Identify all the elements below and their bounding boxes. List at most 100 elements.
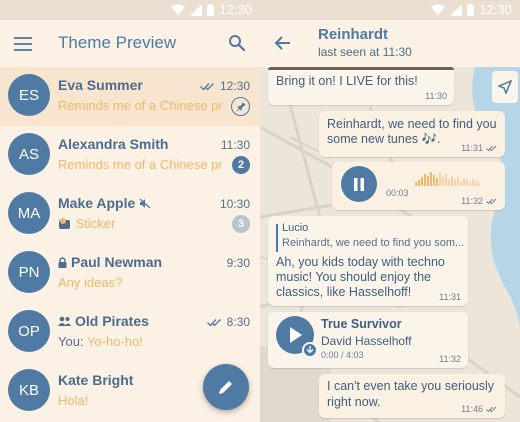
message-incoming[interactable]: Bring it on! I LIVE for this! 11:30 xyxy=(268,67,454,105)
waveform-bar xyxy=(442,177,444,186)
message-outgoing[interactable]: I can't even take you seriously right no… xyxy=(319,374,505,418)
battery-icon xyxy=(467,3,475,16)
pause-button[interactable] xyxy=(341,166,377,202)
message-text: right now. xyxy=(327,395,381,409)
waveform-bar xyxy=(469,182,471,186)
waveform-bar xyxy=(460,181,462,186)
message-time: 11:32 xyxy=(439,354,461,364)
waveform-bar xyxy=(424,174,426,186)
back-arrow-icon[interactable] xyxy=(274,34,292,52)
message-text: Reinhardt, we need to find you xyxy=(327,117,497,131)
message-text: music! You should enjoy the xyxy=(276,270,431,284)
voice-elapsed: 00:03 xyxy=(386,188,409,198)
music-message[interactable]: True Survivor David Hasselhoff 0:00 / 4:… xyxy=(268,312,468,368)
status-bar: 12:30 xyxy=(0,0,260,20)
download-icon[interactable] xyxy=(302,342,318,358)
avatar: OP xyxy=(8,310,50,352)
chat-name: Eva Summer xyxy=(58,77,143,93)
chat-preview: Hola! xyxy=(58,393,89,408)
double-check-icon xyxy=(206,318,221,326)
track-title: True Survivor xyxy=(321,317,402,331)
signal-icon xyxy=(190,3,203,16)
message-text: some new tunes 🎶. xyxy=(327,132,441,146)
chat-list-screen: 12:30 Theme Preview ES Eva Summer Remind… xyxy=(0,0,260,422)
waveform-bar xyxy=(457,177,459,186)
lock-icon xyxy=(58,256,67,268)
waveform-bar xyxy=(433,175,435,186)
search-icon[interactable] xyxy=(228,34,246,52)
waveform-bar xyxy=(478,183,480,186)
double-check-icon xyxy=(486,198,497,204)
double-check-icon xyxy=(486,406,497,412)
pause-icon xyxy=(354,177,364,191)
chat-time: 11:30 xyxy=(220,138,250,152)
navigation-button[interactable] xyxy=(492,71,518,103)
chat-time: 12:30 xyxy=(200,79,250,93)
contact-status: last seen at 11:30 xyxy=(318,45,412,59)
chat-name: Paul Newman xyxy=(58,254,162,270)
status-time: 12:30 xyxy=(479,2,512,17)
waveform-bar xyxy=(430,172,432,186)
message-time: 11:31 xyxy=(461,143,498,153)
double-check-icon xyxy=(200,82,214,90)
waveform-bar xyxy=(427,176,429,186)
waveform-bar xyxy=(421,177,423,186)
group-icon xyxy=(58,316,71,326)
muted-icon xyxy=(139,198,151,208)
message-area[interactable]: Bring it on! I LIVE for this! 11:30 Rein… xyxy=(260,67,520,422)
message-outgoing[interactable]: Reinhardt, we need to find you some new … xyxy=(319,111,505,157)
pencil-icon xyxy=(219,381,232,394)
battery-icon xyxy=(207,3,215,16)
waveform-bar xyxy=(418,180,420,186)
chat-time: 10:30 xyxy=(219,197,250,211)
chat-list-header: Theme Preview xyxy=(0,20,260,67)
chat-preview: Reminds me of a Chinese prove xyxy=(58,98,223,113)
chat-time: 9:30 xyxy=(226,256,250,270)
play-button[interactable] xyxy=(276,316,318,358)
message-text: Ah, you kids today with techno xyxy=(276,255,445,269)
waveform-bar xyxy=(415,182,417,186)
reply-snippet: Reinhardt, we need to find you som... xyxy=(282,237,465,249)
waveform-bar xyxy=(436,178,438,186)
chat-time: 8:30 xyxy=(206,315,250,329)
track-artist: David Hasselhoff xyxy=(321,334,412,348)
chat-row-make-apple[interactable]: MA Make Apple Sticker 10:30 3 xyxy=(0,185,260,244)
page-title: Theme Preview xyxy=(58,33,177,52)
message-text: I can't even take you seriously xyxy=(327,379,495,393)
reply-author: Lucio xyxy=(282,222,309,234)
chat-row-paul-newman[interactable]: PN Paul Newman Any ideas? 9:30 xyxy=(0,244,260,303)
message-incoming-reply[interactable]: Lucio Reinhardt, we need to find you som… xyxy=(268,216,468,306)
voice-waveform[interactable] xyxy=(415,172,480,186)
waveform-bar xyxy=(475,181,477,186)
chat-preview: Sticker xyxy=(58,216,223,231)
voice-message[interactable]: 00:03 11:32 xyxy=(332,162,505,210)
message-time: 11:30 xyxy=(425,91,447,101)
message-time: 11:31 xyxy=(439,292,461,302)
message-time: 11:32 xyxy=(461,196,498,206)
waveform-bar xyxy=(472,179,474,186)
contact-name[interactable]: Reinhardt xyxy=(318,26,388,43)
chat-row-alexandra-smith[interactable]: AS Alexandra Smith Reminds me of a Chine… xyxy=(0,126,260,185)
compose-button[interactable] xyxy=(203,364,249,410)
avatar: KB xyxy=(8,369,50,411)
unread-badge: 2 xyxy=(232,156,250,174)
chat-name: Alexandra Smith xyxy=(58,136,169,152)
waveform-bar xyxy=(466,180,468,186)
waveform-bar xyxy=(451,176,453,186)
avatar: ES xyxy=(8,74,50,116)
unread-badge: 3 xyxy=(232,215,250,233)
play-icon xyxy=(290,327,302,343)
media-strip xyxy=(268,67,454,70)
chat-preview: Any ideas? xyxy=(58,275,123,290)
navigation-arrow-icon xyxy=(498,80,512,94)
chat-row-eva-summer[interactable]: ES Eva Summer Reminds me of a Chinese pr… xyxy=(0,67,260,126)
chat-row-old-pirates[interactable]: OP Old Pirates You: Yo-ho-ho! 8:30 xyxy=(0,303,260,362)
waveform-bar xyxy=(448,179,450,186)
pin-icon xyxy=(231,97,250,116)
conversation-screen: 12:30 Reinhardt last seen at 11:30 Bring… xyxy=(260,0,520,422)
sticker-icon xyxy=(59,218,70,229)
waveform-bar xyxy=(445,174,447,186)
menu-icon[interactable] xyxy=(14,37,32,51)
chat-name: Old Pirates xyxy=(58,313,149,329)
signal-icon xyxy=(450,3,463,16)
